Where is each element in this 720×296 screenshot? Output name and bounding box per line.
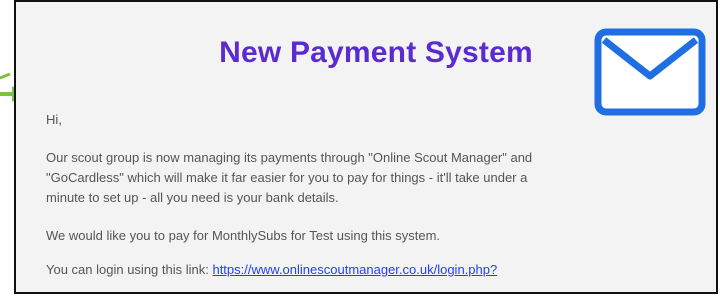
login-line: You can login using this link: https://w… <box>46 260 646 280</box>
email-body: Hi, Our scout group is now managing its … <box>46 110 646 292</box>
greeting-text: Hi, <box>46 112 62 127</box>
pay-instruction: We would like you to pay for MonthlySubs… <box>46 228 441 243</box>
login-prefix: You can login using this link: <box>46 262 213 277</box>
email-frame: New Payment System Hi, Our scout group i… <box>14 0 718 294</box>
email-title: New Payment System <box>219 36 533 69</box>
intro-line-3: minute to set up - all you need is your … <box>46 190 339 205</box>
intro-paragraph: Our scout group is now managing its paym… <box>46 148 646 208</box>
intro-line-2: "GoCardless" which will make it far easi… <box>46 170 528 185</box>
intro-line-1: Our scout group is now managing its paym… <box>46 150 533 165</box>
envelope-icon <box>594 28 706 116</box>
login-link[interactable]: https://www.onlinescoutmanager.co.uk/log… <box>212 262 497 277</box>
